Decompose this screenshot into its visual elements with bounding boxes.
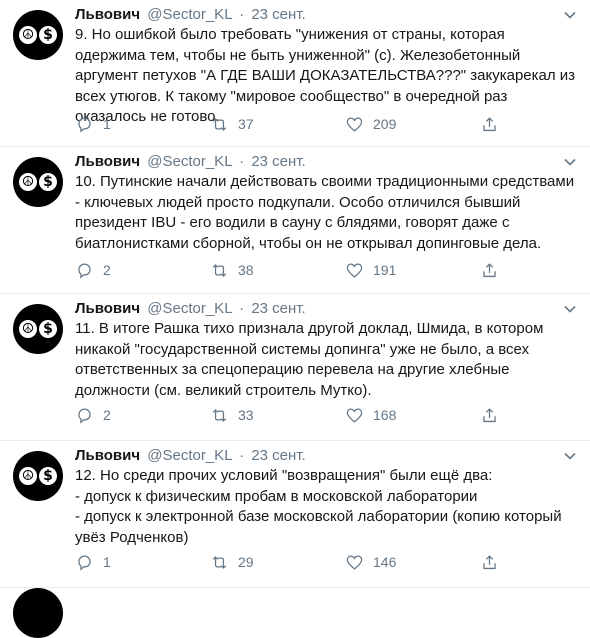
tweet-actions: 1 37 209 xyxy=(75,114,530,134)
author-name[interactable]: Львович xyxy=(75,300,140,317)
author-handle[interactable]: @Sector_KL xyxy=(147,300,232,317)
retweet-icon xyxy=(212,408,227,422)
dollar-symbol: $ xyxy=(39,173,57,191)
reply-count: 2 xyxy=(103,262,111,278)
tweet[interactable]: ☮ $ Львович @Sector_KL · 23 сент. 11. В … xyxy=(0,294,590,441)
retweet-count: 29 xyxy=(238,554,254,570)
tweet[interactable]: ☮ $ Львович @Sector_KL · 23 сент. 10. Пу… xyxy=(0,147,590,294)
tweet-header: Львович @Sector_KL · 23 сент. xyxy=(75,5,578,25)
tweet-header: Львович @Sector_KL · 23 сент. xyxy=(75,152,578,172)
dollar-symbol: $ xyxy=(39,467,57,485)
chevron-down-icon[interactable] xyxy=(562,301,578,317)
like-icon xyxy=(346,408,363,423)
tweet-actions: 2 33 168 xyxy=(75,405,530,425)
retweet-icon xyxy=(212,263,227,277)
tweet-date[interactable]: 23 сент. xyxy=(251,300,305,317)
share-icon xyxy=(483,407,496,422)
reply-icon xyxy=(78,408,91,424)
separator-dot: · xyxy=(239,153,245,170)
like-icon xyxy=(346,555,363,570)
share-icon xyxy=(483,116,496,131)
share-icon xyxy=(483,262,496,277)
tweet-header: Львович @Sector_KL · 23 сент. xyxy=(75,446,578,466)
like-count: 191 xyxy=(373,262,397,278)
like-button[interactable]: 146 xyxy=(345,553,480,572)
retweet-count: 37 xyxy=(238,116,254,132)
peace-symbol: ☮ xyxy=(19,26,37,44)
share-button[interactable] xyxy=(480,261,508,280)
author-handle[interactable]: @Sector_KL xyxy=(147,6,232,23)
like-button[interactable]: 191 xyxy=(345,261,480,280)
avatar[interactable]: ☮ $ xyxy=(13,157,63,207)
reply-count: 2 xyxy=(103,407,111,423)
retweet-button[interactable]: 33 xyxy=(210,406,345,425)
tweet-date[interactable]: 23 сент. xyxy=(251,153,305,170)
tweet-text: 9. Но ошибкой было требовать "унижения о… xyxy=(75,26,576,125)
peace-symbol: ☮ xyxy=(19,320,37,338)
retweet-button[interactable]: 37 xyxy=(210,115,345,134)
share-button[interactable] xyxy=(480,115,508,134)
reply-button[interactable]: 1 xyxy=(75,553,210,572)
dollar-symbol: $ xyxy=(39,320,57,338)
retweet-icon xyxy=(212,555,227,569)
avatar[interactable] xyxy=(13,588,63,638)
like-count: 168 xyxy=(373,407,397,423)
tweet-timeline: ☮ $ Львович @Sector_KL · 23 сент. 9. Но … xyxy=(0,0,590,638)
reply-icon xyxy=(78,555,91,571)
reply-button[interactable]: 1 xyxy=(75,115,210,134)
tweet-actions: 1 29 146 xyxy=(75,552,530,572)
like-icon xyxy=(346,117,363,132)
reply-icon xyxy=(78,117,91,133)
separator-dot: · xyxy=(239,447,245,464)
share-button[interactable] xyxy=(480,406,508,425)
like-count: 209 xyxy=(373,116,397,132)
retweet-count: 33 xyxy=(238,407,254,423)
tweet-date[interactable]: 23 сент. xyxy=(251,6,305,23)
avatar[interactable]: ☮ $ xyxy=(13,304,63,354)
author-name[interactable]: Львович xyxy=(75,6,140,23)
separator-dot: · xyxy=(239,6,245,23)
tweet-date[interactable]: 23 сент. xyxy=(251,447,305,464)
reply-button[interactable]: 2 xyxy=(75,261,210,280)
share-icon xyxy=(483,554,496,569)
avatar[interactable]: ☮ $ xyxy=(13,10,63,60)
like-count: 146 xyxy=(373,554,397,570)
peace-symbol: ☮ xyxy=(19,467,37,485)
retweet-count: 38 xyxy=(238,262,254,278)
chevron-down-icon[interactable] xyxy=(562,7,578,23)
tweet[interactable]: ☮ $ Львович @Sector_KL · 23 сент. 12. Но… xyxy=(0,441,590,588)
retweet-button[interactable]: 38 xyxy=(210,261,345,280)
share-button[interactable] xyxy=(480,553,508,572)
peace-symbol: ☮ xyxy=(19,173,37,191)
tweet-actions: 2 38 191 xyxy=(75,260,530,280)
tweet-text: 10. Путинские начали действовать своими … xyxy=(75,173,575,252)
author-handle[interactable]: @Sector_KL xyxy=(147,447,232,464)
retweet-button[interactable]: 29 xyxy=(210,553,345,572)
separator-dot: · xyxy=(239,300,245,317)
chevron-down-icon[interactable] xyxy=(562,154,578,170)
tweet-header: Львович @Sector_KL · 23 сент. xyxy=(75,299,578,319)
like-icon xyxy=(346,263,363,278)
like-button[interactable]: 209 xyxy=(345,115,480,134)
reply-button[interactable]: 2 xyxy=(75,406,210,425)
dollar-symbol: $ xyxy=(39,26,57,44)
tweet-text: 12. Но среди прочих условий "возвращения… xyxy=(75,467,562,546)
reply-count: 1 xyxy=(103,554,111,570)
retweet-icon xyxy=(212,117,227,131)
author-handle[interactable]: @Sector_KL xyxy=(147,153,232,170)
tweet-text: 11. В итоге Рашка тихо признала другой д… xyxy=(75,320,544,399)
author-name[interactable]: Львович xyxy=(75,447,140,464)
tweet[interactable]: ☮ $ Львович @Sector_KL · 23 сент. 9. Но … xyxy=(0,0,590,147)
reply-icon xyxy=(78,263,91,279)
reply-count: 1 xyxy=(103,116,111,132)
author-name[interactable]: Львович xyxy=(75,153,140,170)
avatar[interactable]: ☮ $ xyxy=(13,451,63,501)
like-button[interactable]: 168 xyxy=(345,406,480,425)
chevron-down-icon[interactable] xyxy=(562,448,578,464)
